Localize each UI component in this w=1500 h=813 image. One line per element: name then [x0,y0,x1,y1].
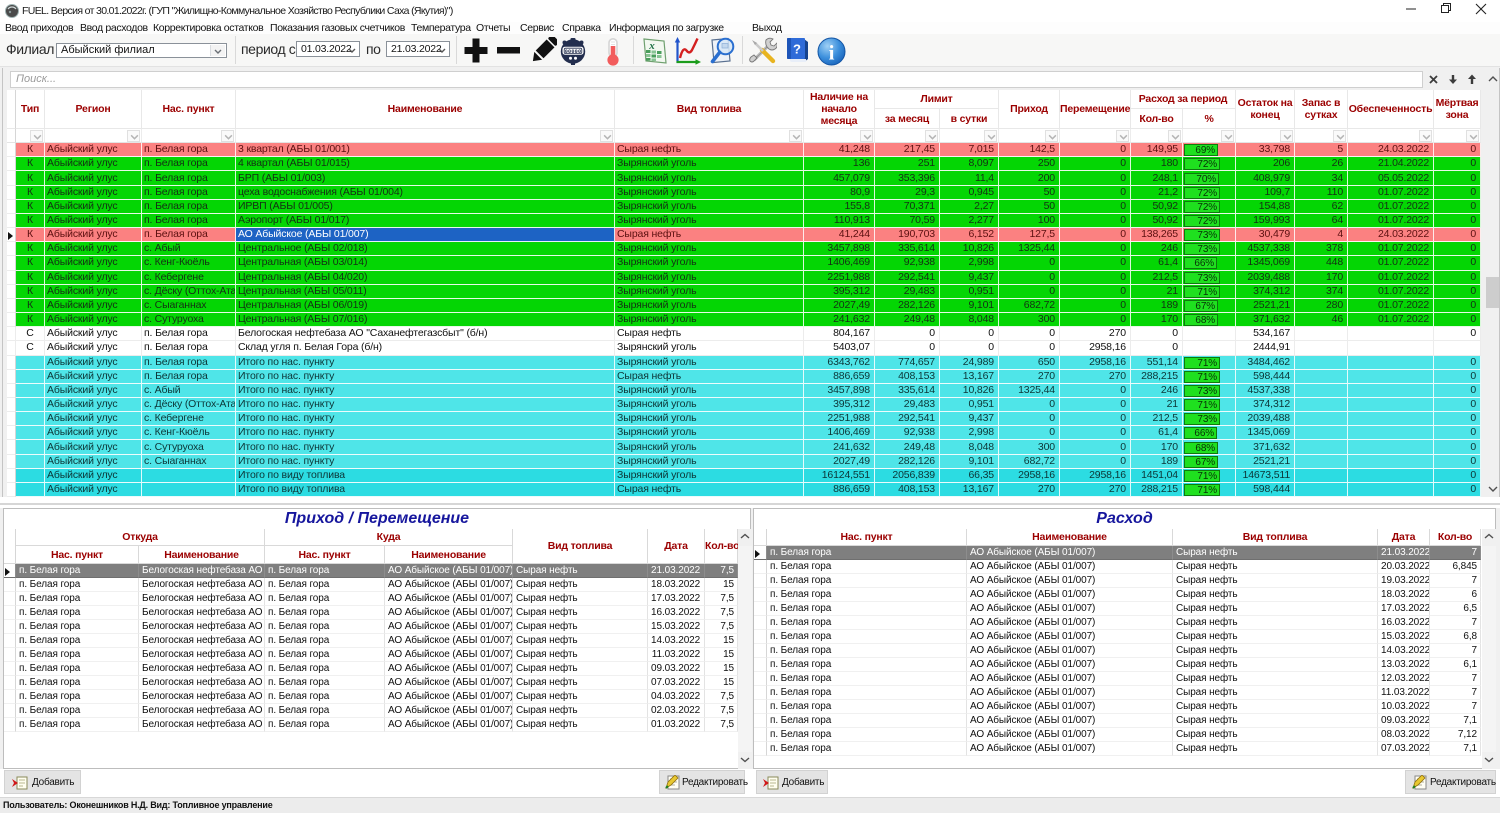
svg-text:i: i [829,41,835,65]
svg-text:x: x [648,40,655,52]
svg-text:?: ? [793,42,801,57]
svg-text:00000: 00000 [565,49,582,55]
